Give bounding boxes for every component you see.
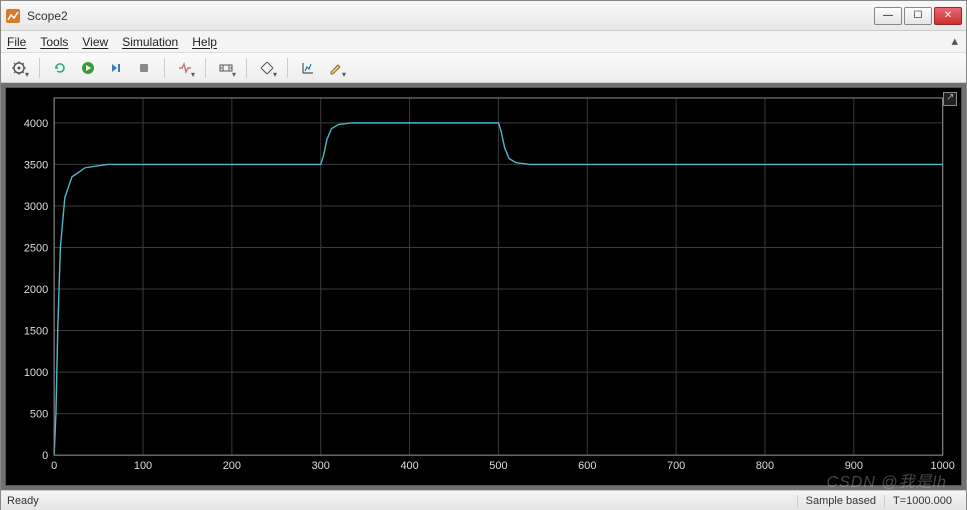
status-bar: Ready Sample based T=1000.000 xyxy=(1,490,966,510)
triggers-button[interactable] xyxy=(173,56,197,80)
menu-simulation[interactable]: Simulation xyxy=(122,35,178,49)
toolbar-separator xyxy=(246,58,247,78)
menu-file[interactable]: File xyxy=(7,35,26,49)
maximize-button[interactable]: ☐ xyxy=(904,7,932,25)
svg-text:2000: 2000 xyxy=(24,284,48,296)
close-button[interactable]: ✕ xyxy=(934,7,962,25)
plot-container: 0 100 200 300 400 500 600 700 800 900 1000 0 500 1000… xyxy=(1,83,966,490)
svg-text:400: 400 xyxy=(400,460,418,472)
svg-text:200: 200 xyxy=(223,460,241,472)
step-forward-button[interactable] xyxy=(104,56,128,80)
scale-y-button[interactable] xyxy=(296,56,320,80)
svg-text:1000: 1000 xyxy=(24,367,48,379)
svg-text:0: 0 xyxy=(42,450,48,462)
app-icon xyxy=(5,8,21,24)
menu-bar: File Tools View Simulation Help ▴ xyxy=(1,31,966,53)
svg-text:1000: 1000 xyxy=(931,460,955,472)
svg-text:3500: 3500 xyxy=(24,159,48,171)
plot-area[interactable]: 0 100 200 300 400 500 600 700 800 900 1000 0 500 1000… xyxy=(5,87,962,486)
svg-text:600: 600 xyxy=(578,460,596,472)
toolbar-dropdown-icon[interactable]: ▴ xyxy=(951,33,958,49)
svg-text:1500: 1500 xyxy=(24,326,48,338)
svg-text:500: 500 xyxy=(30,409,48,421)
svg-text:700: 700 xyxy=(667,460,685,472)
window-controls: — ☐ ✕ xyxy=(874,7,962,25)
toolbar-separator xyxy=(205,58,206,78)
toolbar-separator xyxy=(39,58,40,78)
svg-text:500: 500 xyxy=(489,460,507,472)
scope-chart: 0 100 200 300 400 500 600 700 800 900 1000 0 500 1000… xyxy=(6,88,961,485)
menu-tools[interactable]: Tools xyxy=(40,35,68,49)
maximize-axes-icon[interactable] xyxy=(943,92,957,106)
svg-text:3000: 3000 xyxy=(24,201,48,213)
highlight-button[interactable] xyxy=(324,56,348,80)
stop-button[interactable] xyxy=(132,56,156,80)
title-bar: Scope2 — ☐ ✕ xyxy=(1,1,966,31)
svg-text:2500: 2500 xyxy=(24,242,48,254)
run-button[interactable] xyxy=(76,56,100,80)
svg-text:800: 800 xyxy=(756,460,774,472)
restart-button[interactable] xyxy=(48,56,72,80)
cursor-measurements-button[interactable] xyxy=(214,56,238,80)
menu-view[interactable]: View xyxy=(82,35,108,49)
toolbar xyxy=(1,53,966,83)
svg-text:900: 900 xyxy=(845,460,863,472)
menu-help[interactable]: Help xyxy=(192,35,217,49)
svg-text:0: 0 xyxy=(51,460,57,472)
toolbar-separator xyxy=(287,58,288,78)
svg-text:4000: 4000 xyxy=(24,118,48,130)
minimize-button[interactable]: — xyxy=(874,7,902,25)
window-title: Scope2 xyxy=(27,9,874,23)
configure-button[interactable] xyxy=(7,56,31,80)
zoom-button[interactable] xyxy=(255,56,279,80)
status-mode: Sample based xyxy=(797,495,884,507)
toolbar-separator xyxy=(164,58,165,78)
status-time: T=1000.000 xyxy=(884,495,960,507)
status-text: Ready xyxy=(7,495,797,507)
svg-text:100: 100 xyxy=(134,460,152,472)
svg-text:300: 300 xyxy=(312,460,330,472)
